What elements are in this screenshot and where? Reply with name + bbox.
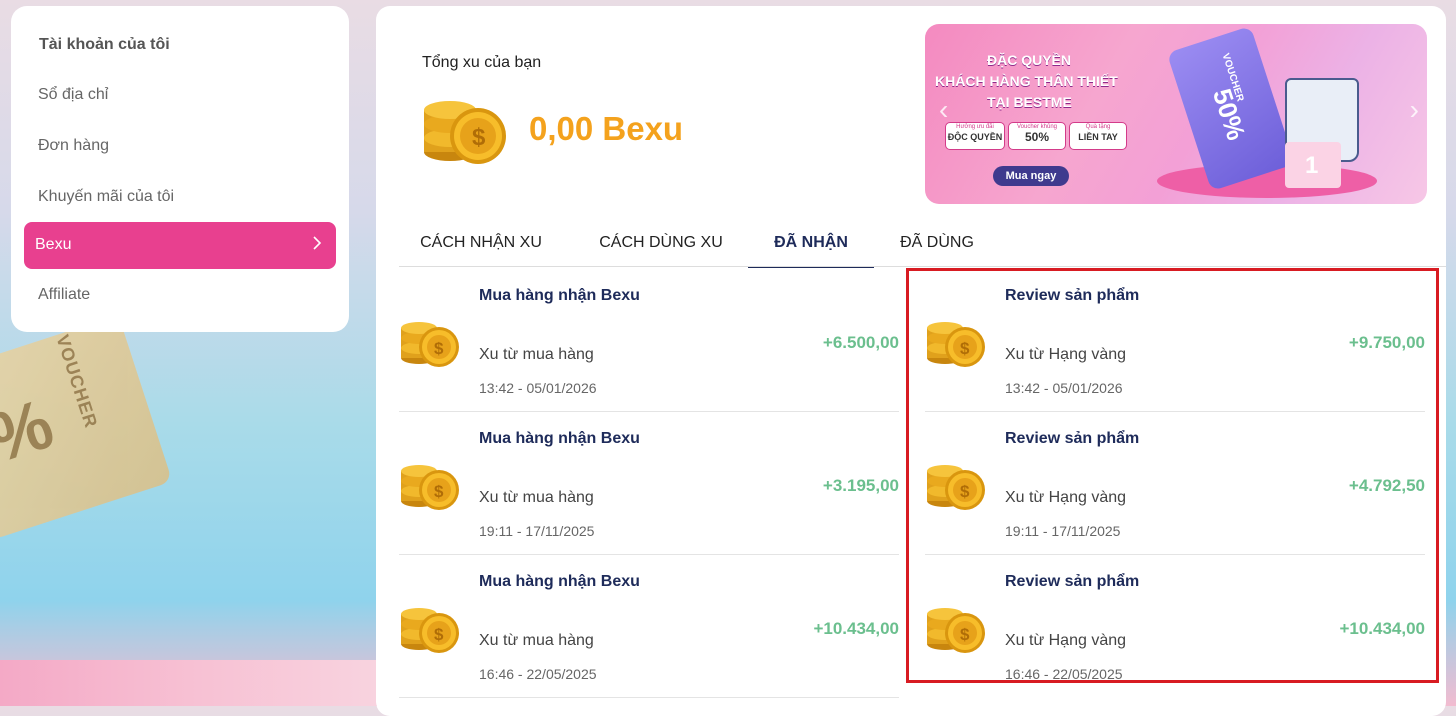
banner-pill-small-text: Hưởng ưu đãi bbox=[956, 124, 994, 130]
history-source: Xu từ mua hàng bbox=[479, 346, 594, 363]
history-time: 19:11 - 17/11/2025 bbox=[479, 523, 595, 539]
banner-headline-2: KHÁCH HÀNG THÂN THIẾT bbox=[935, 73, 1118, 89]
coin-stack-icon: $ bbox=[399, 457, 461, 516]
tab-received[interactable]: ĐÃ NHẬN bbox=[748, 226, 874, 268]
history-title: Mua hàng nhận Bexu bbox=[479, 573, 640, 590]
coin-stack-icon: $ bbox=[422, 90, 510, 171]
svg-text:$: $ bbox=[434, 339, 444, 358]
chevron-left-icon[interactable]: ‹ bbox=[939, 94, 948, 126]
voucher-text-decoration: VOUCHER bbox=[52, 332, 102, 431]
banner-pill-gift: Quà tặng LIỀN TAY bbox=[1069, 122, 1127, 150]
list-item: $ Mua hàng nhận Bexu Xu từ mua hàng 13:4… bbox=[399, 270, 899, 412]
svg-text:$: $ bbox=[434, 482, 444, 501]
list-item: $ Mua hàng nhận Bexu Xu từ mua hàng 19:1… bbox=[399, 413, 899, 555]
voucher-ticket-value: 50% bbox=[1206, 84, 1252, 144]
history-amount: +6.500,00 bbox=[822, 333, 899, 352]
tab-how-to-use[interactable]: CÁCH DÙNG XU bbox=[577, 226, 745, 266]
buy-now-button[interactable]: Mua ngay bbox=[993, 166, 1069, 186]
banner-pill-big-text: LIỀN TAY bbox=[1078, 132, 1118, 142]
voucher-percent-decoration: % bbox=[0, 384, 63, 478]
total-coins-label: Tổng xu của bạn bbox=[422, 54, 542, 71]
sidebar-item-orders[interactable]: Đơn hàng bbox=[38, 137, 109, 155]
list-item: $ Mua hàng nhận Bexu Xu từ mua hàng 16:4… bbox=[399, 556, 899, 698]
history-title: Mua hàng nhận Bexu bbox=[479, 430, 640, 447]
history-title: Mua hàng nhận Bexu bbox=[479, 287, 640, 304]
background-voucher-decoration: % VOUCHER bbox=[0, 314, 173, 541]
svg-text:$: $ bbox=[472, 124, 486, 151]
sidebar-title: Tài khoản của tôi bbox=[39, 36, 170, 53]
svg-text:$: $ bbox=[434, 625, 444, 644]
history-amount: +10.434,00 bbox=[813, 619, 899, 638]
gift-box-decoration: 1 bbox=[1285, 142, 1341, 188]
row-divider bbox=[399, 554, 899, 555]
chevron-right-icon[interactable]: › bbox=[1410, 94, 1419, 126]
banner-pill-voucher: Voucher khủng 50% bbox=[1008, 122, 1066, 150]
banner-pill-small-text: Quà tặng bbox=[1085, 124, 1111, 130]
tab-how-to-earn[interactable]: CÁCH NHẬN XU bbox=[403, 226, 559, 266]
highlight-box bbox=[906, 268, 1439, 683]
coin-stack-icon: $ bbox=[399, 600, 461, 659]
tab-used[interactable]: ĐÃ DÙNG bbox=[894, 226, 980, 266]
tabs-divider bbox=[399, 266, 1446, 267]
sidebar-item-label: Bexu bbox=[35, 236, 72, 253]
history-time: 13:42 - 05/01/2026 bbox=[479, 380, 597, 396]
sidebar-item-address-book[interactable]: Sổ địa chỉ bbox=[38, 86, 108, 104]
row-divider bbox=[399, 411, 899, 412]
total-coins-value: 0,00 Bexu bbox=[529, 110, 684, 147]
sidebar-item-bexu[interactable]: Bexu bbox=[24, 222, 336, 269]
sidebar-item-promotions[interactable]: Khuyến mãi của tôi bbox=[38, 188, 174, 206]
banner-pill-big-text: 50% bbox=[1024, 130, 1050, 144]
banner-pill-exclusive: Hưởng ưu đãi ĐỘC QUYỀN bbox=[945, 122, 1005, 150]
voucher-ticket-decoration: VOUCHER 50% bbox=[1166, 25, 1296, 192]
banner-pill-big-text: ĐỘC QUYỀN bbox=[947, 132, 1003, 142]
banner-headline-1: ĐẶC QUYỀN bbox=[987, 52, 1072, 68]
coin-stack-icon: $ bbox=[399, 314, 461, 373]
history-source: Xu từ mua hàng bbox=[479, 632, 594, 649]
gift-box-number: 1 bbox=[1305, 152, 1319, 179]
background-gradient-strip bbox=[0, 660, 376, 706]
chevron-right-icon bbox=[312, 235, 322, 256]
row-divider bbox=[399, 697, 899, 698]
history-time: 16:46 - 22/05/2025 bbox=[479, 666, 597, 682]
history-amount: +3.195,00 bbox=[822, 476, 899, 495]
loyalty-promo-banner[interactable]: ĐẶC QUYỀN KHÁCH HÀNG THÂN THIẾT TẠI BEST… bbox=[925, 24, 1427, 204]
banner-headline-3: TẠI BESTME bbox=[987, 94, 1072, 110]
bexu-tabs: CÁCH NHẬN XU CÁCH DÙNG XU ĐÃ NHẬN ĐÃ DÙN… bbox=[399, 226, 1446, 268]
account-sidebar: Tài khoản của tôi Sổ địa chỉ Đơn hàng Kh… bbox=[11, 6, 349, 332]
history-source: Xu từ mua hàng bbox=[479, 489, 594, 506]
sidebar-item-affiliate[interactable]: Affiliate bbox=[38, 286, 90, 304]
